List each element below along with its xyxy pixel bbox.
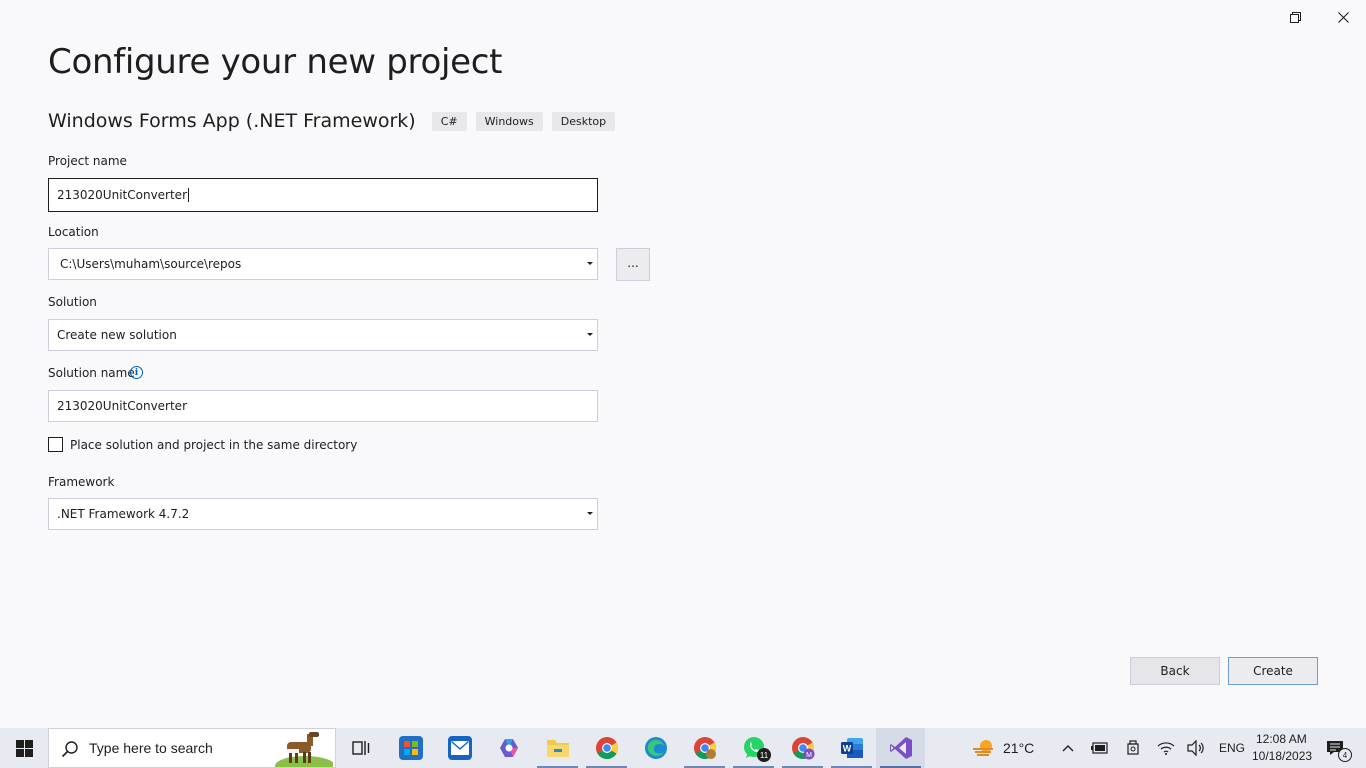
taskbar-app-word[interactable]: W [827,728,876,768]
chevron-down-icon[interactable] [587,262,593,265]
chrome-profile-icon [693,737,716,759]
weather-widget[interactable] [968,728,1000,768]
speaker-icon [1187,740,1204,756]
close-button[interactable] [1320,4,1366,30]
svg-text:W: W [842,744,851,754]
task-view-button[interactable] [336,728,385,768]
start-button[interactable] [0,728,48,768]
solution-name-input[interactable]: 213020UnitConverter [48,390,598,422]
tag-project-type: Desktop [551,111,616,131]
file-explorer-icon [546,740,569,757]
visual-studio-icon [889,737,912,759]
clock-date[interactable]: 10/18/2023 [1252,749,1312,763]
location-value: C:\Users\muham\source\repos [60,257,242,271]
battery-button[interactable] [1088,728,1112,768]
microsoft-store-icon [398,736,423,760]
solution-value: Create new solution [57,328,177,342]
framework-value: .NET Framework 4.7.2 [57,507,190,521]
task-view-icon [351,741,369,755]
project-name-input[interactable]: 213020UnitConverter [48,178,598,212]
chrome-profile-m-icon: M [791,737,814,760]
taskbar-app-file-explorer[interactable] [533,728,582,768]
text-caret [188,188,190,202]
word-icon: W [840,738,863,758]
notification-badge: 11 [757,748,771,762]
same-directory-checkbox[interactable] [48,437,63,452]
device-icon [1127,740,1139,755]
taskbar-app-mail[interactable] [435,728,484,768]
edge-icon [644,737,667,759]
solution-dropdown[interactable]: Create new solution [48,319,598,351]
mail-icon [447,736,472,760]
close-icon [1337,11,1349,23]
taskbar-app-chrome[interactable] [582,728,631,768]
search-highlight-illustration-icon [275,732,333,767]
back-button[interactable]: Back [1130,657,1220,685]
network-button[interactable] [1154,728,1178,768]
taskbar-app-copilot[interactable] [484,728,533,768]
location-label: Location [48,225,99,239]
chevron-down-icon[interactable] [587,512,593,515]
framework-dropdown[interactable]: .NET Framework 4.7.2 [48,498,598,530]
windows-logo-icon [15,739,33,757]
language-indicator[interactable]: ENG [1219,741,1245,755]
notification-count-badge: 4 [1338,748,1352,762]
taskbar-app-store[interactable] [386,728,435,768]
page-title: Configure your new project [48,42,503,82]
template-name: Windows Forms App (.NET Framework) [48,110,416,132]
framework-label: Framework [48,475,115,489]
search-placeholder: Type here to search [89,740,213,756]
same-directory-label[interactable]: Place solution and project in the same d… [70,438,357,452]
show-hidden-icons-button[interactable] [1056,728,1080,768]
device-button[interactable] [1121,728,1145,768]
chrome-icon [595,737,618,759]
taskbar-app-whatsapp[interactable]: 11 [729,728,778,768]
chevron-up-icon [1062,745,1074,752]
weather-sun-haze-icon [973,740,993,756]
weather-temperature[interactable]: 21°C [1003,740,1034,756]
taskbar-app-chrome-m[interactable]: M [778,728,827,768]
taskbar: Type here to search 11 M W 21°C ENG 12:0… [0,728,1366,768]
copilot-icon [499,739,518,757]
create-button[interactable]: Create [1228,657,1318,685]
restore-icon [1289,11,1301,23]
chevron-down-icon[interactable] [587,333,593,336]
volume-button[interactable] [1184,728,1208,768]
clock-time[interactable]: 12:08 AM [1256,732,1307,746]
wifi-icon [1157,742,1175,755]
solution-name-label: Solution name [48,366,135,380]
taskbar-app-visual-studio[interactable] [876,728,925,768]
browse-button[interactable]: ... [616,248,650,281]
search-icon [61,741,78,758]
project-name-value: 213020UnitConverter [57,188,188,202]
notification-center-button[interactable]: 4 [1320,728,1352,768]
template-header: Windows Forms App (.NET Framework) C# Wi… [48,109,624,133]
info-icon[interactable]: i [130,366,143,379]
project-name-label: Project name [48,154,127,168]
battery-icon [1091,742,1108,754]
svg-text:M: M [806,752,812,759]
restore-button[interactable] [1272,4,1318,30]
tag-platform: Windows [475,111,543,131]
solution-name-value: 213020UnitConverter [57,399,188,413]
taskbar-app-chrome-profile[interactable] [680,728,729,768]
taskbar-app-edge[interactable] [631,728,680,768]
solution-label: Solution [48,295,97,309]
taskbar-search-box[interactable]: Type here to search [48,728,336,768]
location-combobox[interactable]: C:\Users\muham\source\repos [48,248,598,280]
tag-language: C# [431,111,467,131]
